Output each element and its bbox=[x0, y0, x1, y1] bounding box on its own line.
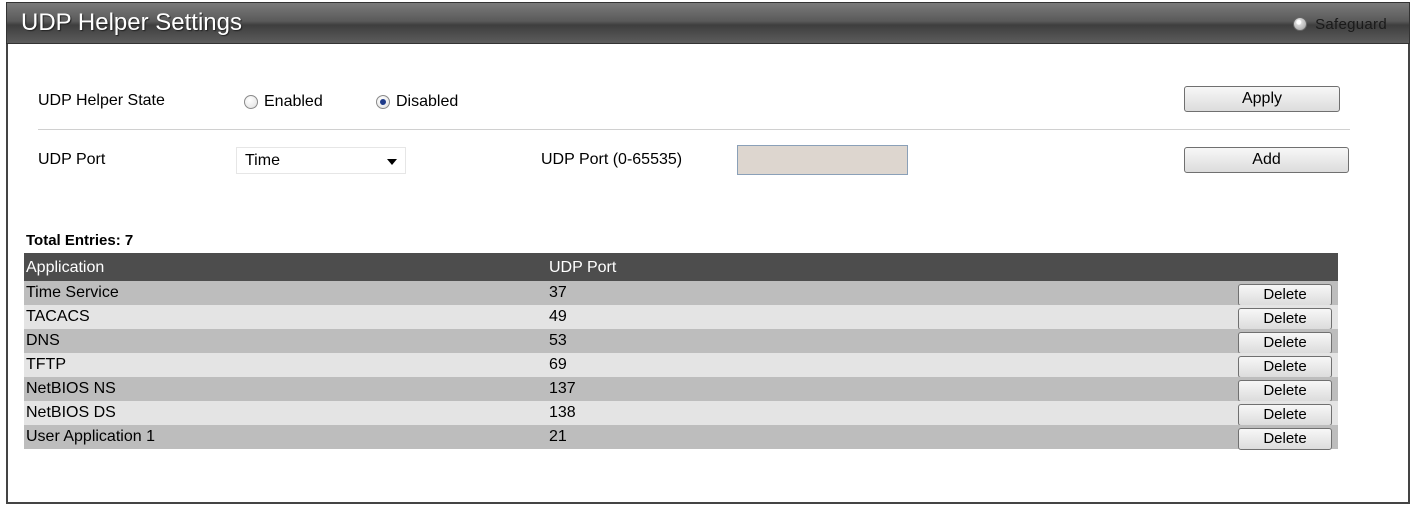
cell-application: NetBIOS NS bbox=[26, 380, 116, 397]
table-row: NetBIOS DS 138 Delete bbox=[24, 401, 1338, 426]
cell-udp-port: 137 bbox=[549, 380, 576, 397]
cell-application: TFTP bbox=[26, 356, 66, 373]
chevron-down-icon bbox=[387, 159, 397, 165]
divider bbox=[38, 129, 1350, 130]
total-entries: Total Entries: 7 bbox=[26, 232, 134, 249]
cell-udp-port: 21 bbox=[549, 428, 567, 445]
cell-udp-port: 37 bbox=[549, 284, 567, 301]
cell-udp-port: 138 bbox=[549, 404, 576, 421]
cell-udp-port: 53 bbox=[549, 332, 567, 349]
udp-port-label: UDP Port bbox=[38, 151, 106, 168]
table-header: Application UDP Port bbox=[24, 253, 1338, 281]
radio-disabled-icon[interactable] bbox=[376, 95, 390, 109]
radio-disabled[interactable]: Disabled bbox=[376, 93, 458, 111]
delete-button[interactable]: Delete bbox=[1238, 356, 1332, 378]
udp-port-range-label: UDP Port (0-65535) bbox=[541, 151, 683, 168]
delete-button[interactable]: Delete bbox=[1238, 380, 1332, 402]
delete-button[interactable]: Delete bbox=[1238, 308, 1332, 330]
radio-enabled[interactable]: Enabled bbox=[244, 93, 323, 111]
column-header-udp-port: UDP Port bbox=[549, 259, 617, 276]
cell-application: DNS bbox=[26, 332, 60, 349]
title-bar: UDP Helper Settings Safeguard bbox=[6, 2, 1410, 44]
cell-application: NetBIOS DS bbox=[26, 404, 116, 421]
udp-helper-table: Application UDP Port Time Service 37 Del… bbox=[24, 253, 1338, 450]
cell-udp-port: 49 bbox=[549, 308, 567, 325]
radio-disabled-label: Disabled bbox=[396, 93, 459, 110]
udp-port-select[interactable]: Time bbox=[236, 147, 406, 174]
table-row: DNS 53 Delete bbox=[24, 329, 1338, 354]
table-row: TFTP 69 Delete bbox=[24, 353, 1338, 378]
delete-button[interactable]: Delete bbox=[1238, 284, 1332, 306]
safeguard-indicator[interactable]: Safeguard bbox=[1293, 14, 1387, 34]
safeguard-label: Safeguard bbox=[1315, 15, 1387, 33]
table-row: Time Service 37 Delete bbox=[24, 281, 1338, 306]
cell-application: TACACS bbox=[26, 308, 90, 325]
udp-helper-state-label: UDP Helper State bbox=[38, 92, 165, 109]
delete-button[interactable]: Delete bbox=[1238, 404, 1332, 426]
delete-button[interactable]: Delete bbox=[1238, 332, 1332, 354]
udp-port-select-value: Time bbox=[245, 152, 280, 169]
udp-port-input[interactable] bbox=[737, 145, 908, 175]
delete-button[interactable]: Delete bbox=[1238, 428, 1332, 450]
radio-enabled-label: Enabled bbox=[264, 93, 323, 110]
table-row: NetBIOS NS 137 Delete bbox=[24, 377, 1338, 402]
add-button[interactable]: Add bbox=[1184, 147, 1349, 173]
cell-application: User Application 1 bbox=[26, 428, 155, 445]
cell-udp-port: 69 bbox=[549, 356, 567, 373]
table-row: TACACS 49 Delete bbox=[24, 305, 1338, 330]
column-header-application: Application bbox=[26, 259, 105, 276]
page-title: UDP Helper Settings bbox=[21, 9, 242, 36]
table-row: User Application 1 21 Delete bbox=[24, 425, 1338, 450]
radio-enabled-icon[interactable] bbox=[244, 95, 258, 109]
safeguard-status-icon bbox=[1293, 17, 1308, 31]
cell-application: Time Service bbox=[26, 284, 119, 301]
apply-button[interactable]: Apply bbox=[1184, 86, 1340, 112]
